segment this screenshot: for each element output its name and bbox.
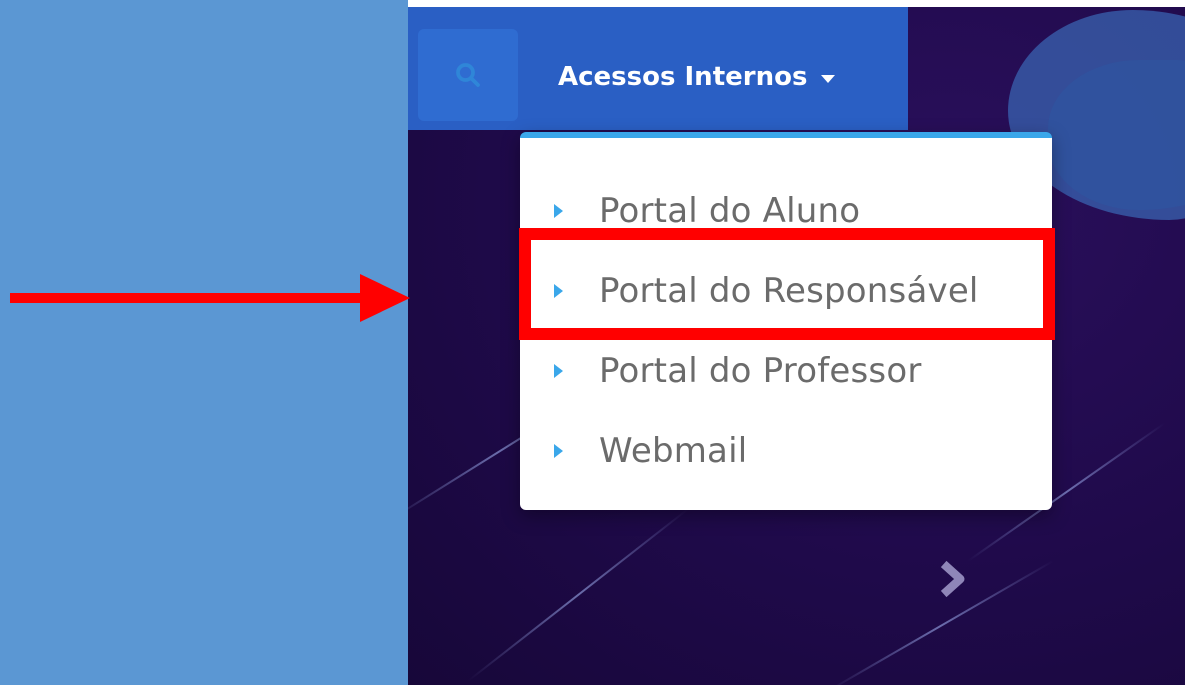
menu-item-portal-do-professor[interactable]: Portal do Professor: [554, 336, 1034, 406]
chevron-right-icon: [940, 560, 965, 598]
caret-down-icon: [821, 75, 836, 83]
annotation-arrow-head: [360, 274, 410, 322]
top-border: [408, 0, 1185, 7]
acessos-internos-dropdown-toggle[interactable]: Acessos Internos: [558, 57, 836, 97]
menu-item-label: Portal do Aluno: [599, 191, 861, 231]
slider-next-button[interactable]: [928, 555, 976, 603]
acessos-internos-dropdown-menu: Portal do Aluno Portal do Responsável Po…: [520, 132, 1052, 510]
navbar: Acessos Internos: [408, 7, 908, 130]
search-icon: [456, 63, 480, 87]
left-panel: [0, 0, 408, 685]
menu-item-webmail[interactable]: Webmail: [554, 416, 1034, 486]
menu-item-label: Portal do Responsável: [599, 271, 979, 311]
search-button[interactable]: [418, 29, 518, 121]
triangle-right-icon: [554, 284, 563, 298]
triangle-right-icon: [554, 444, 563, 458]
decorative-streak: [467, 507, 690, 682]
menu-item-portal-do-responsavel[interactable]: Portal do Responsável: [554, 256, 1034, 326]
dropdown-toggle-label: Acessos Internos: [558, 62, 808, 92]
menu-item-label: Webmail: [599, 431, 748, 471]
annotation-arrow-line: [10, 293, 365, 303]
menu-item-label: Portal do Professor: [599, 351, 922, 391]
triangle-right-icon: [554, 204, 563, 218]
triangle-right-icon: [554, 364, 563, 378]
menu-item-portal-do-aluno[interactable]: Portal do Aluno: [554, 176, 1034, 246]
